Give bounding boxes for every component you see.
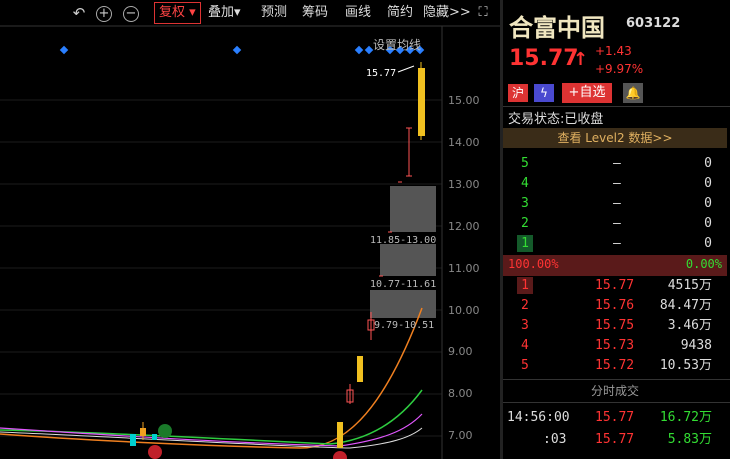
trade-status: 交易状态:已收盘 [508,108,603,127]
sell-ratio: 0.00% [685,257,722,271]
ask-level: 5 [521,156,529,171]
price-change: +1.43 [595,44,632,58]
y-tick-label: 14.00 [448,136,480,149]
bid-row: 2 15.76 84.47万 [503,296,730,316]
signal-marker [364,45,374,55]
bid-price: 15.76 [595,298,635,313]
bid-price: 15.73 [595,338,635,353]
ask-row: 4 — 0 [503,174,730,194]
bid-level: 5 [521,358,529,373]
status-value: 已收盘 [564,112,604,127]
ask-row: 5 — 0 [503,154,730,174]
y-tick-label: 9.00 [448,345,473,358]
tick-row: 14:56:00 15.77 16.72万 [503,408,730,428]
zone-box [380,244,436,276]
tick-row: :03 15.77 5.83万 [503,430,730,450]
ask-volume: 0 [704,196,712,211]
bid-volume: 10.53万 [659,358,712,373]
buy-sell-ratio-bar: 100.00% 0.00% [503,255,727,276]
ask-volume: 0 [704,156,712,171]
ask-price: — [613,236,621,251]
quote-panel: 合富中国 603122 15.77 ↑ +1.43 +9.97% 沪 ϟ +自选… [503,0,730,459]
tick-time: 14:56:00 [507,410,570,425]
ask-volume: 0 [704,216,712,231]
bid-price: 15.72 [595,358,635,373]
sell-signal-marker [333,451,347,459]
y-tick-label: 8.00 [448,387,473,400]
ask-level: 2 [521,216,529,231]
ask-price: — [613,196,621,211]
ma-line [0,413,423,447]
y-tick-label: 7.00 [448,429,473,442]
tick-volume: 5.83万 [667,432,712,447]
y-tick-label: 12.00 [448,220,480,233]
kline-chart[interactable]: ↶ + − 复权 ▾ 叠加▾ 预测 筹码 画线 简约 隐藏>> ⛶ 设置均线 1… [0,0,500,459]
bid-price: 15.75 [595,318,635,333]
chart-canvas [0,25,500,459]
ask-price: — [613,176,621,191]
level2-link[interactable]: 查看 Level2 数据>> [503,128,727,148]
tick-time: :03 [543,432,567,447]
bid-row: 3 15.75 3.46万 [503,316,730,336]
ask-volume: 0 [704,236,712,251]
signal-marker [59,45,69,55]
buy-ratio: 100.00% [508,257,559,271]
signal-marker [232,45,242,55]
ask-price: — [613,216,621,231]
ask-level: 4 [521,176,529,191]
ask-level: 1 [517,235,533,252]
ask-level: 3 [521,196,529,211]
bid-row: 1 15.77 4515万 [503,276,730,296]
zone-box [370,290,436,318]
status-label: 交易状态: [508,112,565,127]
add-watchlist-button[interactable]: +自选 [562,83,612,103]
bid-volume: 84.47万 [659,298,712,313]
bid-volume: 4515万 [667,278,712,293]
exchange-badge: 沪 [508,84,528,102]
up-arrow-icon: ↑ [573,49,589,70]
y-tick-label: 11.00 [448,262,480,275]
y-tick-label: 15.00 [448,94,480,107]
ask-row: 1 — 0 [503,234,730,254]
zone-box [390,186,436,232]
set-ma-link[interactable]: 设置均线 [373,36,421,53]
ask-row: 3 — 0 [503,194,730,214]
stock-code: 603122 [626,16,681,31]
last-price-label: 15.77 [366,68,397,79]
ask-volume: 0 [704,176,712,191]
bid-row: 4 15.73 9438 [503,336,730,356]
zone-range-label: 10.77-11.61 [370,279,437,290]
lightning-icon[interactable]: ϟ [534,84,554,102]
signal-marker [354,45,364,55]
bid-row: 5 15.72 10.53万 [503,356,730,376]
price-change-pct: +9.97% [595,62,644,76]
y-tick-label: 10.00 [448,304,480,317]
ask-price: — [613,156,621,171]
bell-icon[interactable]: 🔔 [623,83,643,103]
bid-price: 15.77 [595,278,635,293]
bid-volume: 9438 [680,338,712,353]
bid-volume: 3.46万 [667,318,712,333]
bid-level: 2 [521,298,529,313]
ticks-title: 分时成交 [590,384,639,398]
buy-signal-marker [158,424,172,438]
tick-volume: 16.72万 [659,410,712,425]
stock-name: 合富中国 [509,14,605,42]
tick-price: 15.77 [595,410,635,425]
sell-signal-marker [148,445,162,459]
current-price: 15.77 [509,46,579,71]
bid-level: 3 [521,318,529,333]
ask-row: 2 — 0 [503,214,730,234]
zone-range-label: 9.79-10.51 [374,320,435,331]
y-tick-label: 13.00 [448,178,480,191]
zone-range-label: 11.85-13.00 [370,235,437,246]
tick-price: 15.77 [595,432,635,447]
bid-level: 1 [517,277,533,294]
bid-level: 4 [521,338,529,353]
